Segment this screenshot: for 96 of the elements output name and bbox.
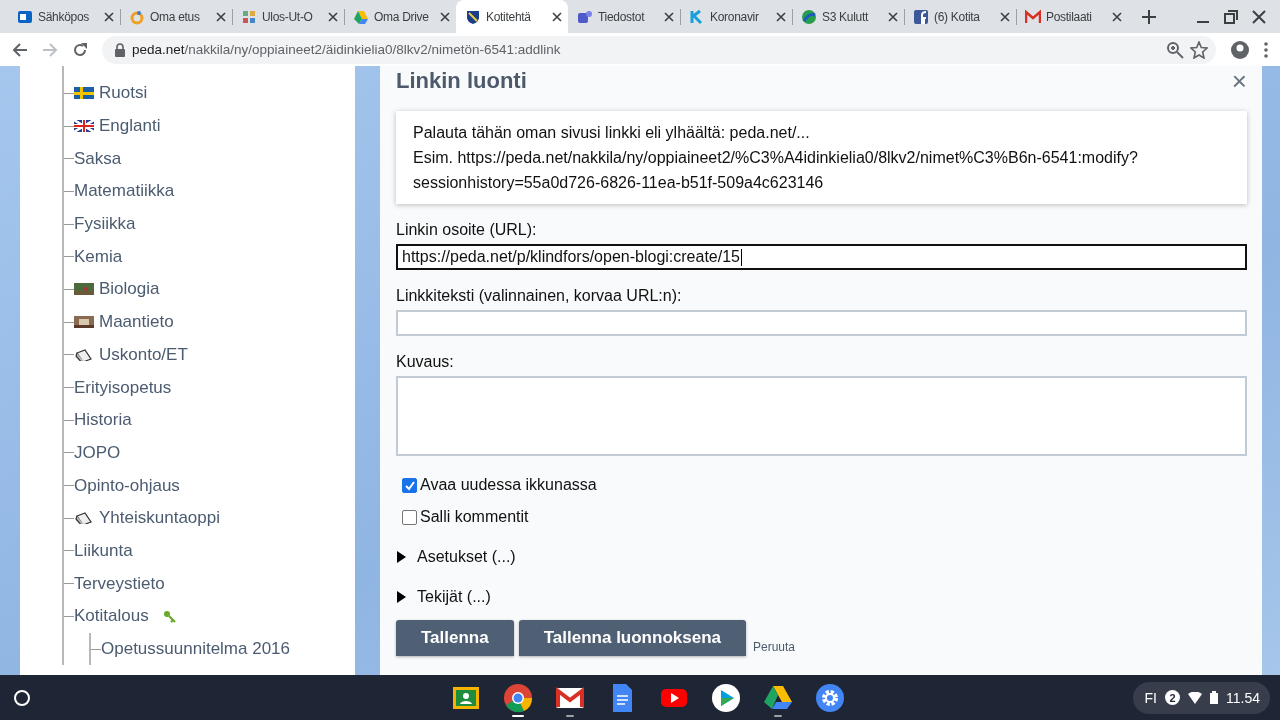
nav-link[interactable]: Liikunta <box>74 540 133 561</box>
nav-link[interactable]: Kotitalous <box>74 606 149 627</box>
nav-link[interactable]: Maantieto <box>99 312 174 333</box>
checkbox-label: Avaa uudessa ikkunassa <box>420 476 597 494</box>
close-icon[interactable] <box>104 11 114 22</box>
browser-tab[interactable]: Oma Drive <box>344 0 456 33</box>
browser-tab[interactable]: Sähköpos <box>8 0 120 33</box>
close-icon[interactable] <box>1000 11 1010 22</box>
back-arrow-icon[interactable] <box>12 41 28 58</box>
save-button[interactable]: Tallenna <box>396 620 514 656</box>
menu-icon[interactable] <box>1264 41 1268 58</box>
nav-link[interactable]: Erityisopetus <box>74 377 172 398</box>
browser-tab[interactable]: Kotitehtä <box>456 0 568 33</box>
address-bar[interactable]: peda.net/nakkila/ny/oppiaineet2/äidinkielia0/8lkv2/nimetön-6541:addlink <box>102 35 1216 64</box>
browser-tab[interactable]: Koronavir <box>680 0 792 33</box>
checkbox[interactable] <box>402 509 417 525</box>
uk-flag-icon <box>74 120 94 133</box>
browser-tab[interactable]: Ulos-Ut-O <box>232 0 344 33</box>
nav-link[interactable]: Saksa <box>74 148 122 169</box>
lock-icon <box>114 42 126 57</box>
launcher-icon[interactable] <box>12 687 32 708</box>
checkbox-label: Salli kommentit <box>420 508 529 526</box>
nav-link[interactable]: Fysiikka <box>74 214 136 235</box>
mail-icon <box>17 8 33 25</box>
plus-icon[interactable] <box>1142 9 1156 24</box>
nav-link[interactable]: Terveystieto <box>74 573 165 594</box>
cancel-link[interactable]: Peruuta <box>753 640 795 656</box>
field-label: Kuvaus: <box>396 353 455 371</box>
nav-link[interactable]: JOPO <box>74 442 121 463</box>
book-icon <box>74 348 94 361</box>
sweden-flag-icon <box>74 87 94 100</box>
checkbox[interactable] <box>402 477 417 493</box>
browser-tab[interactable]: Tiedostot <box>568 0 680 33</box>
input-field[interactable]: https://peda.net/p/klindfors/open-blogi:create/15 <box>396 244 1247 270</box>
browser-tab[interactable]: (6) Kotita <box>904 0 1016 33</box>
facebook-icon <box>913 8 929 25</box>
keyboard-language: FI <box>1144 689 1157 706</box>
close-icon[interactable] <box>1112 11 1122 22</box>
nav-link[interactable]: Uskonto/ET <box>99 344 188 365</box>
info-text: Palauta tähän oman sivusi linkki eli ylhäältä: peda.net/... <box>413 123 811 143</box>
nav-link[interactable]: Ruotsi <box>99 83 148 104</box>
close-icon[interactable] <box>1252 9 1266 24</box>
close-icon[interactable] <box>552 11 562 22</box>
grid-icon <box>241 8 257 25</box>
key-icon <box>162 609 176 623</box>
nav-link[interactable]: Opinto-ohjaus <box>74 475 180 496</box>
status-area[interactable]: FI 2 11.54 <box>1132 681 1270 714</box>
globe-icon <box>801 8 817 25</box>
drive-icon <box>353 8 369 25</box>
url-text: peda.net/nakkila/ny/oppiaineet2/äidinkielia0/8lkv2/nimetön-6541:addlink <box>132 42 561 57</box>
star-icon[interactable] <box>1190 40 1208 59</box>
close-icon[interactable] <box>440 11 450 22</box>
save-button[interactable]: Tallenna luonnoksena <box>518 620 746 656</box>
close-icon[interactable] <box>216 11 226 22</box>
field-label: Linkin osoite (URL): <box>396 221 538 239</box>
book-icon <box>74 512 94 525</box>
browser-tab[interactable]: Postilaati <box>1016 0 1128 33</box>
settings-icon[interactable] <box>815 682 845 713</box>
dialog-title: Linkin luonti <box>396 68 527 94</box>
zoom-icon[interactable] <box>1166 40 1184 59</box>
nav-link[interactable]: Kemia <box>74 246 123 267</box>
shield-icon <box>465 8 481 25</box>
battery-icon <box>1210 691 1218 704</box>
nav-link[interactable]: Historia <box>74 410 132 431</box>
browser-icon[interactable] <box>503 682 533 713</box>
wifi-icon <box>1188 691 1202 704</box>
browser-tab[interactable]: S3 Kulutt <box>792 0 904 33</box>
caret-right-icon[interactable] <box>396 551 408 563</box>
close-button[interactable]: × <box>1231 68 1247 94</box>
nav-link[interactable]: Biologia <box>99 279 160 300</box>
profile-icon[interactable] <box>1230 39 1250 60</box>
caret-right-icon[interactable] <box>396 591 408 603</box>
reload-icon[interactable] <box>72 41 88 58</box>
close-icon[interactable] <box>888 11 898 22</box>
envelope-icon <box>1025 8 1041 25</box>
check-icon <box>404 479 415 491</box>
close-icon[interactable] <box>776 11 786 22</box>
field-label: Linkkiteksti (valinnainen, korvaa URL:n): <box>396 287 683 305</box>
notification-count: 2 <box>1165 690 1180 705</box>
clock: 11.54 <box>1226 689 1260 706</box>
nav-link[interactable]: Matematiikka <box>74 181 175 202</box>
restore-icon[interactable] <box>1224 9 1238 24</box>
section-toggle[interactable]: Tekijät (...) <box>417 588 491 606</box>
close-icon[interactable] <box>664 11 674 22</box>
section-toggle[interactable]: Asetukset (...) <box>417 548 516 566</box>
nav-link[interactable]: Opetussuunnitelma 2016 <box>101 639 291 660</box>
description-field[interactable] <box>396 376 1247 456</box>
nav-link[interactable]: Englanti <box>99 116 161 137</box>
ring-icon <box>129 8 145 25</box>
nav-link[interactable]: Yhteiskuntaoppi <box>99 508 220 529</box>
browser-tab[interactable]: Oma etus <box>120 0 232 33</box>
k-letter-icon <box>689 8 705 25</box>
input-field[interactable] <box>396 310 1247 336</box>
people-icon <box>577 8 593 25</box>
info-text: Esim. https://peda.net/nakkila/ny/oppiaineet2/%C3%A4idinkielia0/8lkv2/nimet%C3%B6n-6541:modify?sessionhistory=55a0d726-6826-11ea-b51f-509a4c623146 <box>413 148 1139 193</box>
close-icon[interactable] <box>328 11 338 22</box>
